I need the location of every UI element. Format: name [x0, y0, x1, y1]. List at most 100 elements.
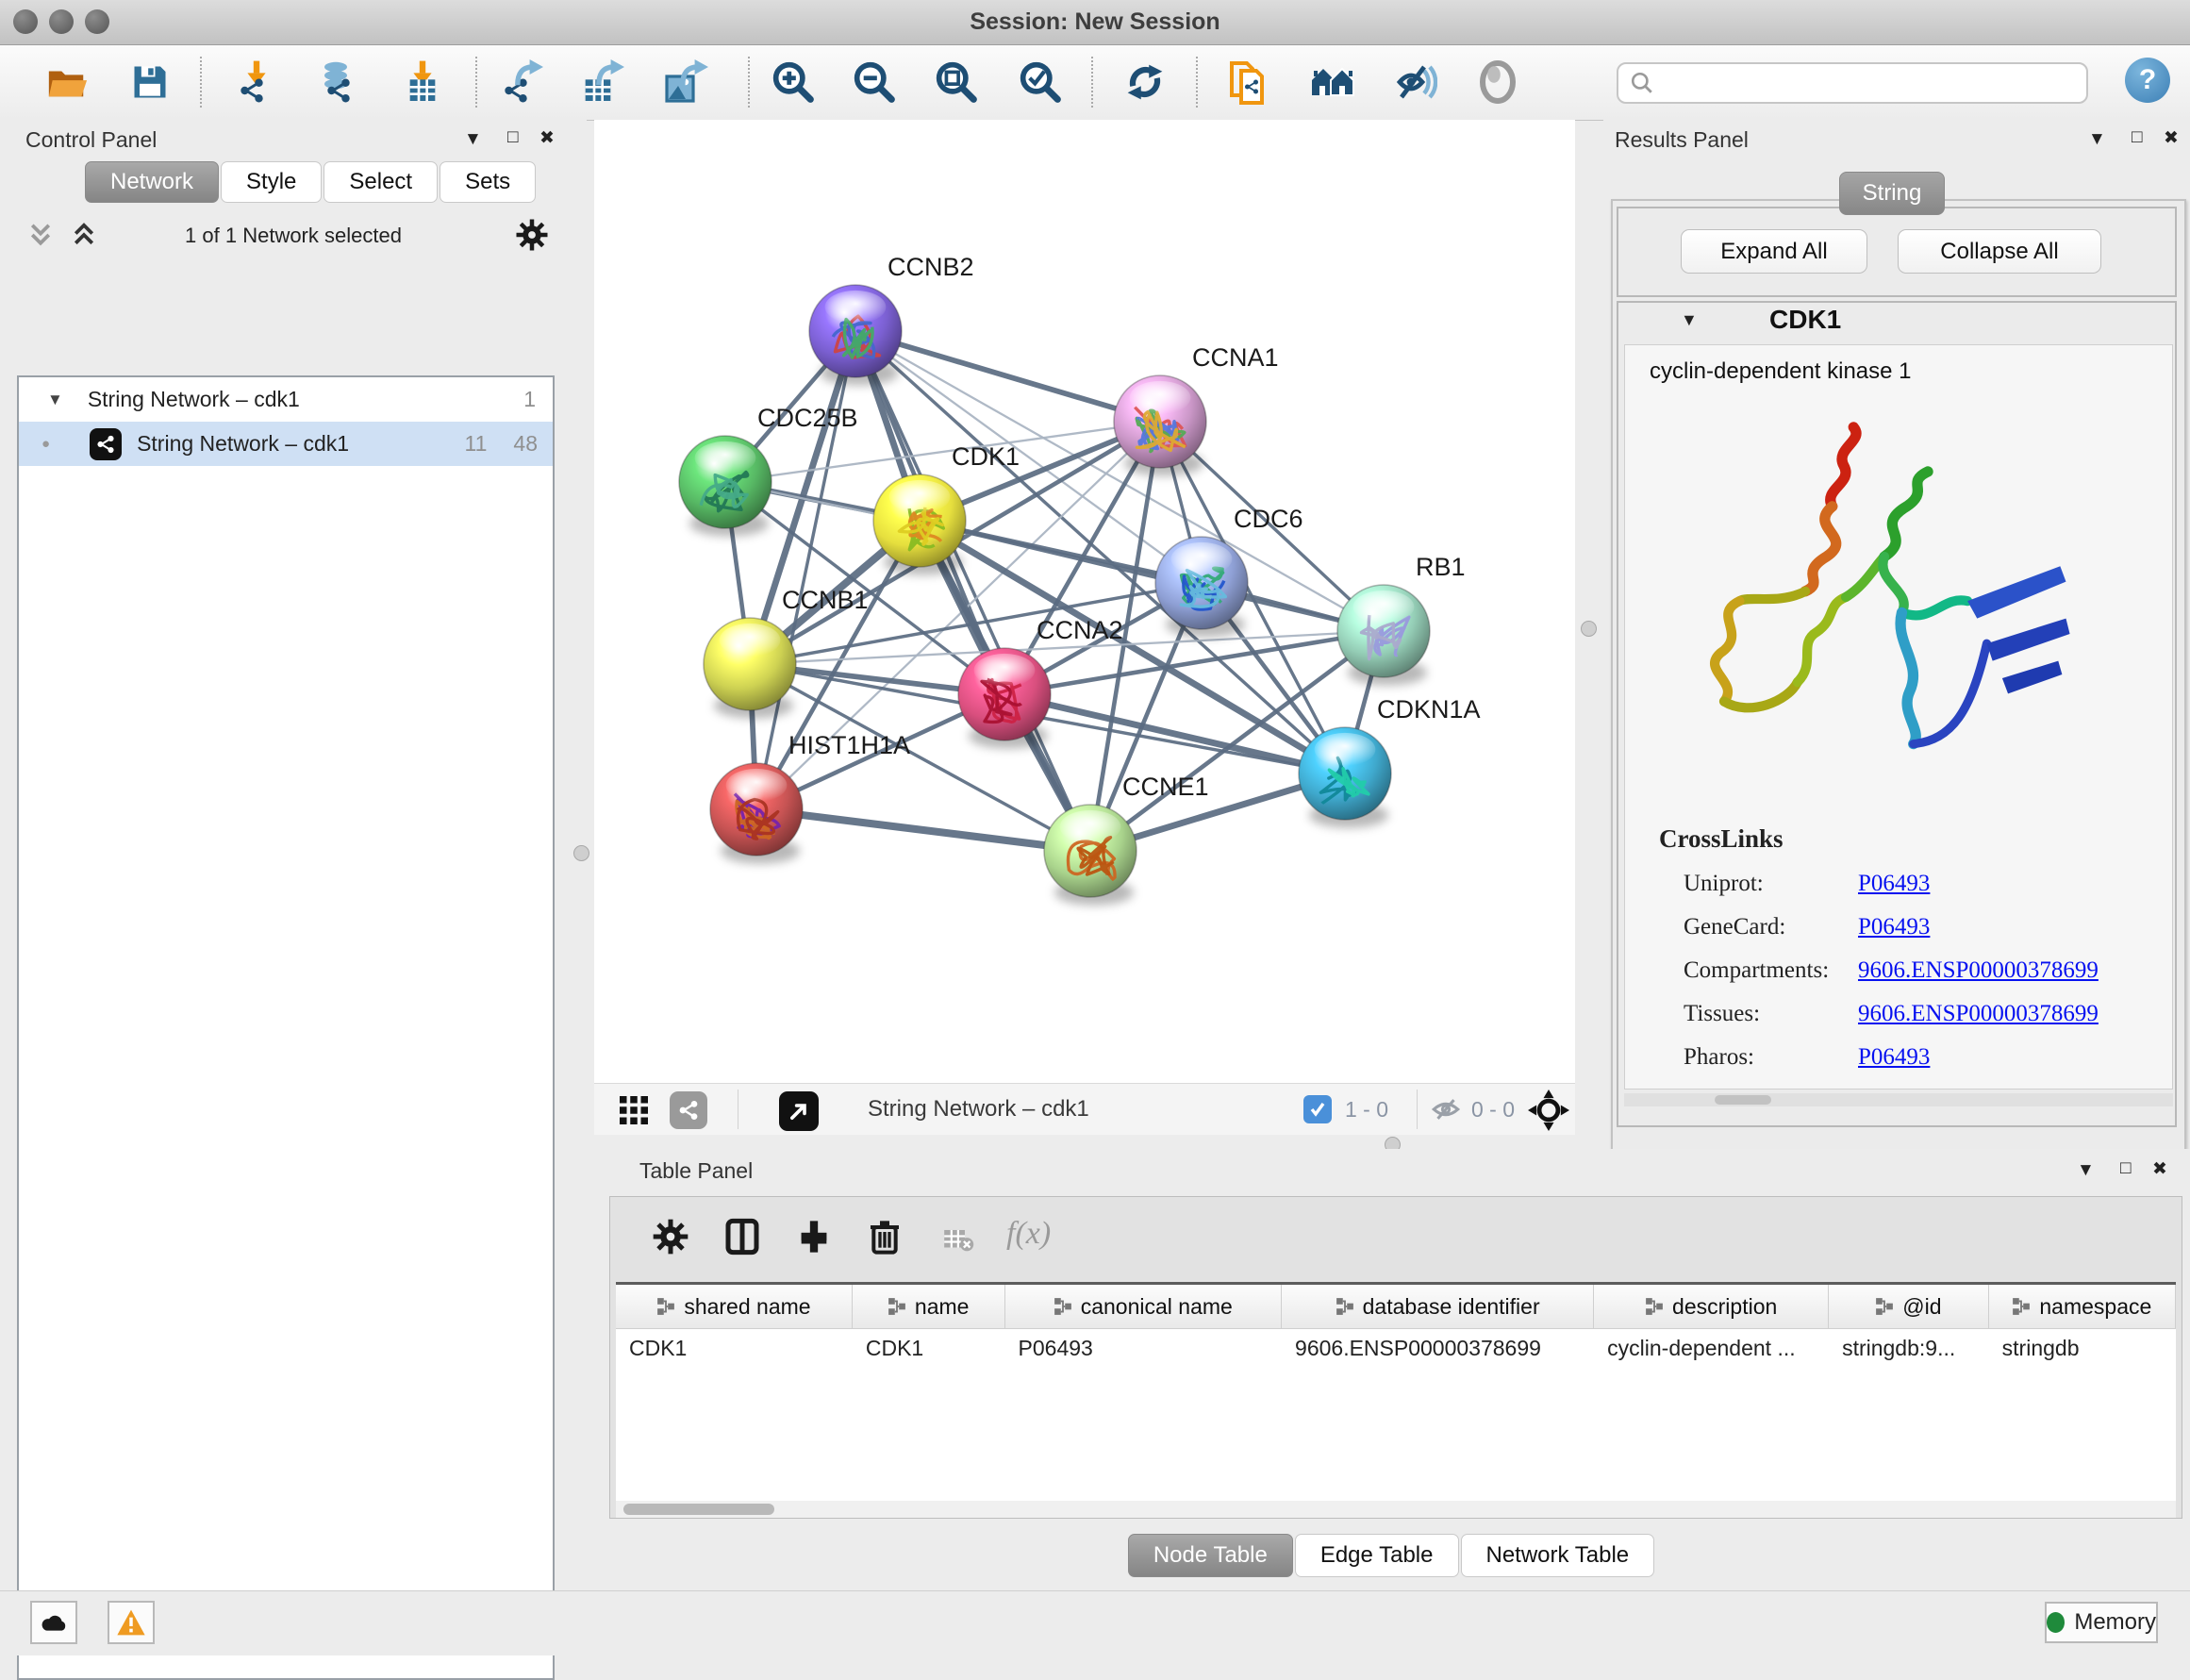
search-input[interactable]	[1654, 70, 2064, 96]
node-ccne1[interactable]: CCNE1	[1044, 773, 1209, 906]
show-columns-button[interactable]	[723, 1218, 761, 1256]
collapse-panel-icon[interactable]: ▼	[2088, 129, 2106, 150]
zoom-selected-button[interactable]	[1013, 55, 1068, 109]
left-splitter-handle[interactable]	[573, 845, 589, 861]
delete-column-button[interactable]	[867, 1218, 903, 1256]
table-cell[interactable]: CDK1	[853, 1329, 1005, 1367]
table-row[interactable]: CDK1CDK1P064939606.ENSP00000378699cyclin…	[616, 1329, 2176, 1367]
network-canvas[interactable]: CCNB2CCNA1CDC25BCDK1CDC6RB1CCNB1CCNA2CDK…	[594, 120, 1575, 1083]
tab-style[interactable]: Style	[221, 161, 322, 203]
close-panel-icon[interactable]: ✖	[2152, 1158, 2167, 1180]
tab-select[interactable]: Select	[324, 161, 438, 203]
hidden-elements-button[interactable]	[1430, 1095, 1462, 1123]
table-cell[interactable]: cyclin-dependent ...	[1594, 1329, 1829, 1367]
section-collapse-icon[interactable]: ▼	[1681, 310, 1698, 330]
zoom-fit-button[interactable]	[929, 55, 984, 109]
open-in-window-button[interactable]	[779, 1091, 819, 1131]
tab-edge-table[interactable]: Edge Table	[1295, 1534, 1459, 1577]
column-header-database-identifier[interactable]: database identifier	[1282, 1285, 1594, 1328]
refresh-view-button[interactable]	[1118, 55, 1172, 109]
close-panel-icon[interactable]: ✖	[2164, 127, 2179, 149]
create-column-button[interactable]	[795, 1218, 833, 1256]
expand-all-button[interactable]: Expand All	[1681, 229, 1867, 274]
network-row-selected[interactable]: ● String Network – cdk1 11 48	[19, 422, 553, 466]
tab-node-table[interactable]: Node Table	[1128, 1534, 1293, 1577]
table-cell[interactable]: stringdb	[1989, 1329, 2176, 1367]
edge-ccnb2-ccna1[interactable]	[855, 331, 1160, 422]
table-cell[interactable]: stringdb:9...	[1829, 1329, 1989, 1367]
import-network-database-button[interactable]	[308, 55, 363, 109]
column-header-description[interactable]: description	[1594, 1285, 1829, 1328]
export-table-button[interactable]	[574, 55, 629, 109]
collapse-panel-icon[interactable]: ▼	[464, 129, 482, 150]
right-splitter-handle[interactable]	[1581, 621, 1597, 637]
network-collection-row[interactable]: ▼ String Network – cdk1 1	[19, 377, 553, 422]
birds-eye-toggle-button[interactable]	[1528, 1090, 1569, 1131]
tab-network-table[interactable]: Network Table	[1461, 1534, 1655, 1577]
export-network-button[interactable]	[493, 55, 548, 109]
results-hscrollbar[interactable]	[1624, 1093, 2173, 1106]
zoom-out-button[interactable]	[847, 55, 902, 109]
network-overview-button[interactable]	[670, 1091, 707, 1129]
grid-mode-button[interactable]	[617, 1093, 651, 1127]
hide-graphics-details-button[interactable]	[1387, 55, 1442, 109]
function-builder-button-disabled[interactable]: f(x)	[1006, 1216, 1051, 1252]
selected-checkbox[interactable]	[1303, 1095, 1332, 1123]
edge-hist1h1a-ccne1[interactable]	[756, 809, 1090, 851]
collapse-all-button[interactable]: Collapse All	[1898, 229, 2101, 274]
close-panel-icon[interactable]: ✖	[539, 127, 555, 149]
table-hscrollbar[interactable]	[616, 1501, 2176, 1518]
import-network-file-button[interactable]	[229, 55, 284, 109]
column-header-@id[interactable]: @id	[1829, 1285, 1989, 1328]
cloud-status-button[interactable]	[30, 1601, 77, 1644]
network-from-clipboard-button[interactable]	[1221, 55, 1276, 109]
crosslink-link[interactable]: 9606.ENSP00000378699	[1858, 957, 2099, 984]
table-cell[interactable]: 9606.ENSP00000378699	[1282, 1329, 1594, 1367]
tab-sets[interactable]: Sets	[440, 161, 536, 203]
node-rb1[interactable]: RB1	[1337, 553, 1466, 686]
tab-network[interactable]: Network	[85, 161, 219, 203]
scrollbar-handle[interactable]	[623, 1504, 774, 1515]
warnings-button[interactable]	[108, 1601, 155, 1644]
import-table-file-button[interactable]	[395, 55, 450, 109]
column-header-namespace[interactable]: namespace	[1989, 1285, 2176, 1328]
table-cell[interactable]: P06493	[1005, 1329, 1282, 1367]
crosslink-link[interactable]: P06493	[1858, 871, 1930, 897]
crosslink-label: Pharos:	[1684, 1044, 1858, 1071]
node-cdc6[interactable]: CDC6	[1155, 505, 1303, 638]
float-panel-icon[interactable]: □	[2132, 127, 2142, 148]
float-panel-icon[interactable]: □	[507, 127, 518, 148]
trash-icon	[867, 1218, 903, 1256]
network-options-gear-button[interactable]	[515, 218, 549, 252]
help-button[interactable]: ?	[2125, 58, 2170, 103]
open-session-button[interactable]	[40, 55, 94, 109]
table-settings-gear-button[interactable]	[652, 1218, 689, 1256]
edge-cdk1-rb1[interactable]	[920, 521, 1384, 631]
float-panel-icon[interactable]: □	[2120, 1158, 2131, 1179]
node-hist1h1a[interactable]: HIST1H1A	[710, 731, 910, 864]
delete-table-button-disabled[interactable]	[942, 1225, 974, 1254]
save-session-button[interactable]	[123, 55, 177, 109]
show-graphics-details-button[interactable]	[1470, 55, 1525, 109]
memory-button[interactable]: Memory	[2045, 1602, 2158, 1643]
node-cdkn1a[interactable]: CDKN1A	[1299, 695, 1481, 828]
node-ccnb2[interactable]: CCNB2	[809, 253, 974, 386]
crosslink-link[interactable]: P06493	[1858, 914, 1930, 940]
scrollbar-handle[interactable]	[1715, 1095, 1771, 1105]
table-cell[interactable]: CDK1	[616, 1329, 853, 1367]
window-title-bar: Session: New Session	[0, 0, 2190, 45]
node-cdk1[interactable]: CDK1	[873, 442, 1020, 575]
zoom-in-button[interactable]	[766, 55, 821, 109]
results-tab-string[interactable]: String	[1839, 172, 1945, 215]
collapse-panel-icon[interactable]: ▼	[2077, 1160, 2095, 1181]
tree-expanded-icon[interactable]: ▼	[47, 391, 63, 409]
crosslink-link[interactable]: 9606.ENSP00000378699	[1858, 1001, 2099, 1027]
column-header-name[interactable]: name	[853, 1285, 1005, 1328]
column-header-shared-name[interactable]: shared name	[616, 1285, 853, 1328]
node-ccna1[interactable]: CCNA1	[1114, 343, 1279, 476]
export-image-button[interactable]	[658, 55, 713, 109]
crosslink-link[interactable]: P06493	[1858, 1044, 1930, 1071]
edge-ccnb2-ccne1[interactable]	[855, 331, 1090, 851]
home-view-button[interactable]	[1305, 55, 1360, 109]
column-header-canonical-name[interactable]: canonical name	[1005, 1285, 1283, 1328]
